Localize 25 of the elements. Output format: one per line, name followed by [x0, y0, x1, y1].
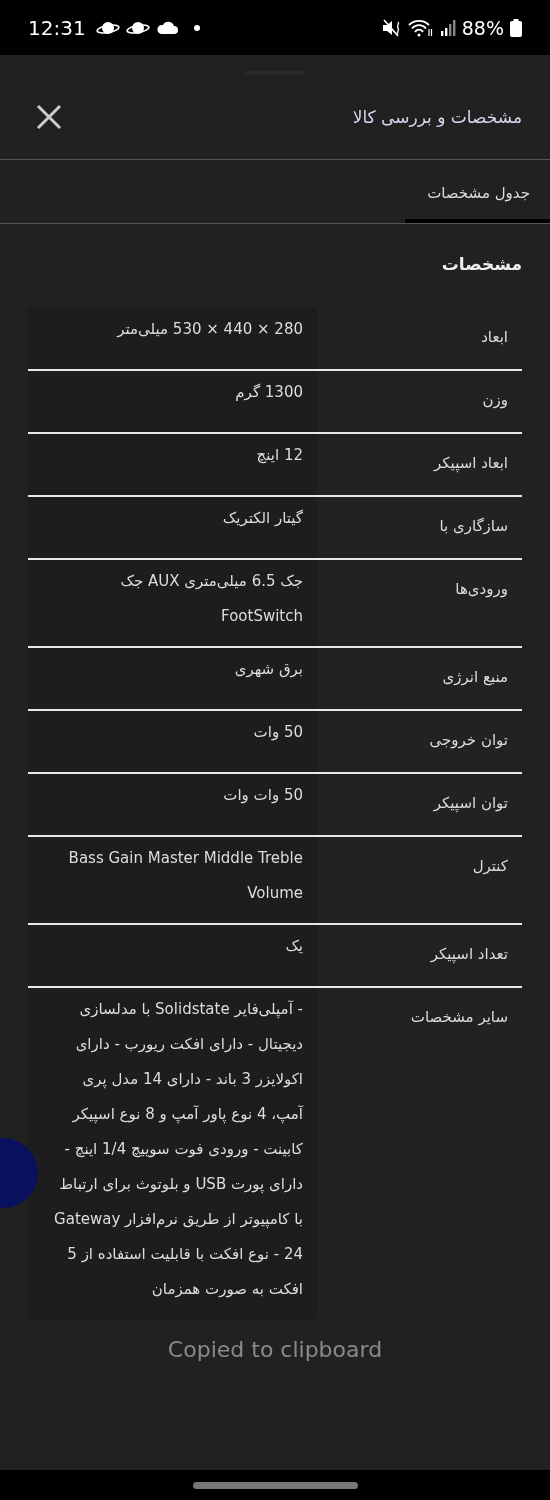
spec-value: 280 × 440 × 530 میلی‌متر: [28, 308, 317, 369]
spec-value: 50 وات: [28, 711, 317, 772]
sheet-title: مشخصات و بررسی کالا: [352, 107, 522, 127]
close-icon[interactable]: [36, 104, 62, 130]
spec-value: - آمپلی‌فایر Solidstate با مدلسازی دیجیتال - دارای افکت ریورب - دارای اکولایزر 3 باند - دارای 14 مدل پری آمپ، 4 نوع پاور آمپ و 8 نوع اسپیکر کابینت - ورودی فوت سوییچ 1/4 اینچ - دارای پورت USB و بلوتوث برای ارتباط با کامپیوتر از طریق نرم‌افزار Gateway - 24 نوع افکت با قابلیت استفاده از 5 افکت به صورت همزمان: [28, 988, 317, 1319]
spec-value: گیتار الکتریک: [28, 497, 317, 558]
tab[interactable]: جدول مشخصات: [405, 160, 550, 223]
spec-value: 1300 گرم: [28, 371, 317, 432]
cloud-icon: [155, 20, 178, 35]
battery-icon: [510, 18, 522, 37]
mute-vibrate-icon: [381, 18, 402, 37]
wifi-icon: [407, 18, 434, 37]
battery-percent: 88%: [461, 16, 504, 39]
spec-value: برق شهری: [28, 648, 317, 709]
spec-value: جک 6.5 میلی‌متری AUX جک FootSwitch: [28, 560, 317, 646]
home-indicator[interactable]: [192, 1481, 358, 1489]
spec-value: 50 وات وات: [28, 774, 317, 835]
spec-value: 12 اینچ: [28, 434, 317, 495]
spec-value: Bass Gain Master Middle Treble Volume: [28, 837, 317, 923]
spec-value: یک: [28, 925, 317, 986]
signal-icon: [439, 19, 456, 36]
toast-message: Copied to clipboard: [166, 1336, 384, 1364]
section-title: مشخصات: [440, 253, 523, 274]
dot-icon: [193, 24, 200, 31]
clock-time: 12:31: [28, 15, 86, 40]
